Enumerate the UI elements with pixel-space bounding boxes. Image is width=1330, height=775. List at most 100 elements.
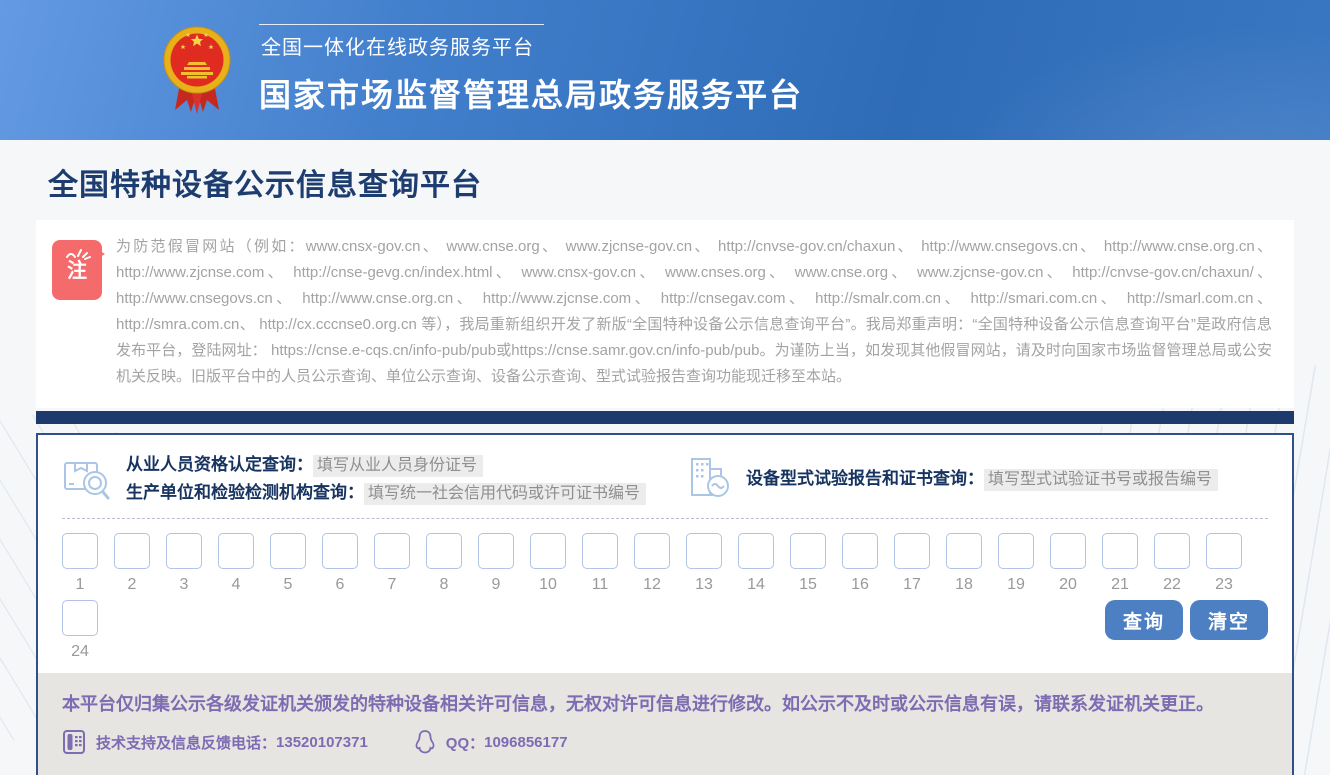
char-box-cell: 3 [166,533,202,594]
char-box-cell: 4 [218,533,254,594]
char-box-cell: 2 [114,533,150,594]
char-box-number: 9 [478,576,514,594]
char-box-number: 2 [114,576,150,594]
char-input-box[interactable] [62,533,98,569]
char-box-number: 21 [1102,576,1138,594]
char-box-number: 10 [530,576,566,594]
char-box-cell: 20 [1050,533,1086,594]
char-input-box[interactable] [1050,533,1086,569]
char-box-cell: 15 [790,533,826,594]
panel-footer: 本平台仅归集公示各级发证机关颁发的特种设备相关许可信息，无权对许可信息进行修改。… [38,673,1292,775]
char-box-number: 12 [634,576,670,594]
contact-row: 技术支持及信息反馈电话： 13520107371 QQ： 1096856177 [62,729,1268,755]
char-box-cell: 21 [1102,533,1138,594]
clear-button[interactable]: 清空 [1190,600,1268,640]
building-certificate-icon [686,453,732,501]
fax-phone-icon [62,729,86,755]
site-title: 国家市场监督管理总局政务服务平台 [259,70,803,116]
phone-label: 技术支持及信息反馈电话： [96,732,276,753]
char-input-box[interactable] [218,533,254,569]
type-test-query-group: 设备型式试验报告和证书查询：填写型式试验证书号或报告编号 [686,447,1268,506]
char-box-number: 3 [166,576,202,594]
char-box-number: 11 [582,576,618,594]
char-box-number: 15 [790,576,826,594]
qq-label: QQ： [446,732,484,753]
person-query-label: 从业人员资格认定查询： [126,455,313,474]
disclaimer-text: 本平台仅归集公示各级发证机关颁发的特种设备相关许可信息，无权对许可信息进行修改。… [62,689,1268,719]
char-box-cell: 24 [62,600,98,661]
char-box-number: 24 [62,643,98,661]
query-button[interactable]: 查询 [1105,600,1183,640]
type-test-query-hint: 填写型式试验证书号或报告编号 [984,469,1218,491]
qq-number: 1096856177 [484,734,567,751]
char-input-box[interactable] [1102,533,1138,569]
char-box-cell: 17 [894,533,930,594]
char-box-number: 19 [998,576,1034,594]
char-input-box[interactable] [998,533,1034,569]
char-input-box[interactable] [1154,533,1190,569]
type-test-query-line: 设备型式试验报告和证书查询：填写型式试验证书号或报告编号 [746,464,1218,489]
char-box-number: 4 [218,576,254,594]
char-box-cell: 7 [374,533,410,594]
char-input-box[interactable] [530,533,566,569]
person-unit-query-group: 从业人员资格认定查询：填写从业人员身份证号 生产单位和检验检测机构查询：填写统一… [62,447,646,506]
char-box-number: 18 [946,576,982,594]
char-input-box[interactable] [166,533,202,569]
unit-query-line: 生产单位和检验检测机构查询：填写统一社会信用代码或许可证书编号 [126,478,646,503]
char-box-number: 16 [842,576,878,594]
char-box-cell: 19 [998,533,1034,594]
char-input-box[interactable] [374,533,410,569]
char-box-cell: 11 [582,533,618,594]
query-panel: 从业人员资格认定查询：填写从业人员身份证号 生产单位和检验检测机构查询：填写统一… [36,433,1294,775]
char-input-box[interactable] [322,533,358,569]
note-badge-icon: 注 [52,240,102,300]
char-input-box[interactable] [270,533,306,569]
char-input-box[interactable] [686,533,722,569]
national-emblem-icon [163,20,231,120]
char-box-cell: 22 [1154,533,1190,594]
national-platform-label: 全国一体化在线政务服务平台 [259,24,544,62]
char-box-number: 23 [1206,576,1242,594]
char-box-number: 1 [62,576,98,594]
char-box-cell: 18 [946,533,982,594]
char-box-cell: 5 [270,533,306,594]
site-header: 全国一体化在线政务服务平台 国家市场监督管理总局政务服务平台 [0,0,1330,140]
qq-penguin-icon [414,729,436,755]
char-input-box[interactable] [1206,533,1242,569]
char-box-number: 8 [426,576,462,594]
char-box-cell: 14 [738,533,774,594]
char-box-cell: 8 [426,533,462,594]
char-input-box[interactable] [634,533,670,569]
char-box-number: 7 [374,576,410,594]
char-box-number: 22 [1154,576,1190,594]
char-input-box[interactable] [894,533,930,569]
page-title: 全国特种设备公示信息查询平台 [0,140,1330,220]
char-box-number: 5 [270,576,306,594]
char-box-row-2-cells: 24 [62,600,98,661]
code-input-area: 1234567891011121314151617181920212223 24… [38,519,1292,661]
char-box-cell: 1 [62,533,98,594]
phone-number: 13520107371 [276,734,368,751]
char-input-box[interactable] [790,533,826,569]
section-divider-bar [36,411,1294,424]
char-box-number: 17 [894,576,930,594]
char-input-box[interactable] [426,533,462,569]
char-box-number: 6 [322,576,358,594]
char-box-cell: 23 [1206,533,1242,594]
char-input-box[interactable] [582,533,618,569]
char-input-box[interactable] [946,533,982,569]
char-input-box[interactable] [62,600,98,636]
char-box-cell: 10 [530,533,566,594]
char-input-box[interactable] [478,533,514,569]
char-box-cell: 9 [478,533,514,594]
package-search-icon [62,453,112,501]
action-buttons: 查询 清空 [1105,600,1268,640]
char-input-box[interactable] [114,533,150,569]
char-input-box[interactable] [738,533,774,569]
note-badge-label: 注 [52,261,102,281]
char-box-number: 20 [1050,576,1086,594]
char-input-box[interactable] [842,533,878,569]
char-box-row-2: 24 查询 清空 [62,600,1268,661]
char-box-cell: 12 [634,533,670,594]
anti-fake-notice-text: 为防范假冒网站（例如：www.cnsx-gov.cn、 www.cnse.org… [116,234,1272,390]
